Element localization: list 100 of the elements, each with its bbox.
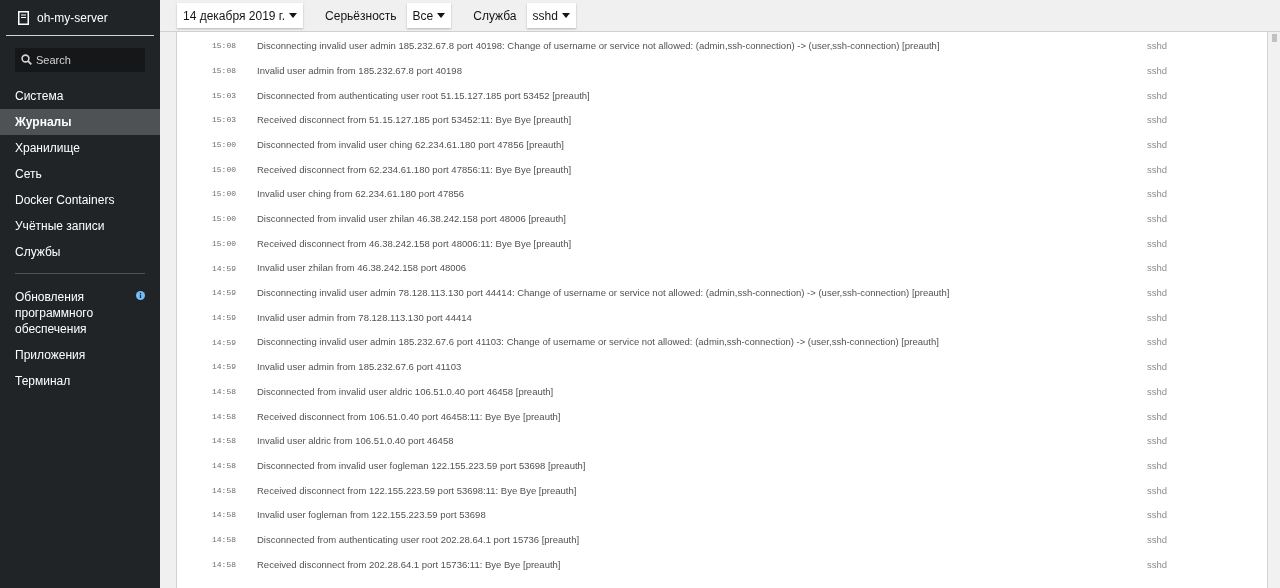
log-message: Disconnected from authenticating user root 51.15.127.185 port 53452 [preauth]: [257, 88, 591, 103]
log-message: Disconnected from invalid user zhilan 46.38.242.158 port 48006 [preauth]: [257, 212, 567, 227]
log-message: Invalid user aldric from 106.51.0.40 port 46458: [257, 434, 455, 449]
log-message: Received disconnect from 51.15.127.185 port 53452:11: Bye Bye [preauth]: [257, 113, 573, 128]
log-service: sshd: [1147, 532, 1168, 547]
nav-item[interactable]: Сеть: [0, 161, 160, 187]
log-row[interactable]: 14:59 Disconnecting invalid user admin 78.128.113.130 port 44414: Change of username or service not allowed: (admin,ssh-connection) -> (user,ssh-connection) [preauth] sshd: [177, 280, 1267, 306]
log-time: 14:58: [211, 509, 236, 522]
log-service: sshd: [1147, 557, 1168, 572]
log-row[interactable]: 14:59 Invalid user zhilan from 46.38.242.158 port 48006 sshd: [177, 256, 1267, 281]
log-row[interactable]: 15:08 Invalid user admin from 185.232.67.8 port 40198 sshd: [177, 58, 1267, 84]
log-time: 14:58: [211, 484, 236, 497]
nav-item[interactable]: Хранилище: [0, 135, 160, 161]
log-row[interactable]: 15:03 Disconnected from authenticating user root 51.15.127.185 port 53452 [preauth] sshd: [177, 83, 1267, 109]
dropdown[interactable]: 14 декабря 2019 г.: [177, 3, 304, 28]
log-time: 14:59: [211, 311, 236, 324]
dropdown[interactable]: Все: [406, 3, 452, 28]
dropdown[interactable]: sshd: [526, 3, 576, 28]
log-row[interactable]: 15:08 Disconnecting invalid user admin 185.232.67.8 port 40198: Change of username or service not allowed: (admin,ssh-connection) -> (user,ssh-connection) [preauth] sshd: [177, 34, 1267, 59]
log-time: 15:08: [211, 65, 236, 78]
caret-icon: [561, 13, 570, 18]
log-service: sshd: [1147, 88, 1168, 103]
nav-item[interactable]: Службы: [0, 239, 160, 265]
log-row[interactable]: 15:00 Disconnected from invalid user zhilan 46.38.242.158 port 48006 [preauth] sshd: [177, 206, 1267, 232]
log-service: sshd: [1147, 113, 1168, 128]
log-row[interactable]: 15:00 Received disconnect from 46.38.242.158 port 48006:11: Bye Bye [preauth] sshd: [177, 231, 1267, 257]
log-row[interactable]: 14:59 Invalid user admin from 185.232.67.6 port 41103 sshd: [177, 354, 1267, 380]
log-time: 14:58: [211, 460, 236, 473]
log-row[interactable]: 14:58 Disconnected from invalid user fogleman 122.155.223.59 port 53698 [preauth] sshd: [177, 453, 1267, 479]
caret-icon: [437, 13, 446, 18]
log-message: Disconnecting invalid user admin 185.232.67.6 port 41103: Change of username or service not allowed: (admin,ssh-connection) -> (user,ssh-connection) [preauth]: [257, 335, 940, 350]
log-service: sshd: [1147, 384, 1168, 399]
nav-label: Журналы: [15, 114, 73, 130]
log-message: Received disconnect from 122.155.223.59 port 53698:11: Bye Bye [preauth]: [257, 483, 578, 498]
log-message: Received disconnect from 62.234.61.180 port 47856:11: Bye Bye [preauth]: [257, 162, 573, 177]
nav-label: Службы: [15, 244, 62, 260]
log-service: sshd: [1147, 162, 1168, 177]
log-time: 15:00: [211, 163, 236, 176]
log-message: Invalid user admin from 185.232.67.6 port 41103: [257, 360, 463, 375]
log-service: sshd: [1147, 310, 1168, 325]
log-time: 14:58: [211, 385, 236, 398]
log-time: 15:08: [211, 40, 236, 53]
log-message: Disconnected from invalid user aldric 106.51.0.40 port 46458 [preauth]: [257, 384, 555, 399]
log-time: 15:00: [211, 237, 236, 250]
log-service: sshd: [1147, 137, 1168, 152]
service-label: Служба: [473, 7, 517, 25]
log-message: Invalid user admin from 78.128.113.130 port 44414: [257, 310, 473, 325]
nav-item[interactable]: Терминал: [15, 368, 145, 394]
log-row[interactable]: 15:03 Received disconnect from 51.15.127.185 port 53452:11: Bye Bye [preauth] sshd: [177, 108, 1267, 133]
log-row[interactable]: 14:58 Disconnected from invalid user aldric 106.51.0.40 port 46458 [preauth] sshd: [177, 379, 1267, 405]
log-service: sshd: [1147, 39, 1168, 54]
log-row[interactable]: 14:58 Received disconnect from 122.155.223.59 port 53698:11: Bye Bye [preauth] sshd: [177, 478, 1267, 504]
log-time: 14:59: [211, 262, 236, 275]
log-time: 14:59: [211, 361, 236, 374]
nav-item[interactable]: Приложения: [15, 342, 145, 368]
log-time: 14:58: [211, 435, 236, 448]
nav-item[interactable]: Учётные записи: [0, 213, 160, 239]
log-row[interactable]: 15:00 Disconnected from invalid user ching 62.234.61.180 port 47856 [preauth] sshd: [177, 132, 1267, 158]
log-time: 14:58: [211, 534, 236, 547]
caret-icon: [289, 13, 298, 18]
log-row[interactable]: 14:59 Disconnecting invalid user admin 185.232.67.6 port 41103: Change of username or service not allowed: (admin,ssh-connection) -> (user,ssh-connection) [preauth] sshd: [177, 330, 1267, 355]
log-row[interactable]: 14:58 Received disconnect from 106.51.0.40 port 46458:11: Bye Bye [preauth] sshd: [177, 404, 1267, 429]
nav-label: Терминал: [15, 373, 72, 389]
nav-item[interactable]: Журналы: [0, 109, 160, 135]
log-service: sshd: [1147, 63, 1168, 78]
log-service: sshd: [1147, 261, 1168, 276]
log-row[interactable]: 15:00 Received disconnect from 62.234.61.180 port 47856:11: Bye Bye [preauth] sshd: [177, 157, 1267, 183]
log-time: 15:00: [211, 213, 236, 226]
log-message: Disconnected from invalid user fogleman 122.155.223.59 port 53698 [preauth]: [257, 458, 587, 473]
search-field[interactable]: Search: [15, 48, 145, 72]
nav-label: Docker Containers: [15, 192, 116, 208]
log-service: sshd: [1147, 187, 1168, 202]
log-message: Disconnected from authenticating user root 202.28.64.1 port 15736 [preauth]: [257, 532, 581, 547]
nav-item[interactable]: Обновления программного обеспечения: [15, 284, 145, 342]
log-service: sshd: [1147, 212, 1168, 227]
log-row[interactable]: 14:58 Disconnected from authenticating user root 202.28.64.1 port 15736 [preauth] sshd: [177, 527, 1267, 553]
nav-item[interactable]: Система: [0, 83, 160, 109]
log-row[interactable]: 14:58 Invalid user aldric from 106.51.0.40 port 46458 sshd: [177, 429, 1267, 454]
log-row[interactable]: 14:59 Invalid user admin from 78.128.113.130 port 44414 sshd: [177, 305, 1267, 331]
log-time: 15:03: [211, 89, 236, 102]
nav-label: Сеть: [15, 166, 43, 182]
nav-label: Учётные записи: [15, 218, 106, 234]
host-name: oh-my-server: [37, 9, 108, 27]
log-row[interactable]: 15:00 Invalid user ching from 62.234.61.180 port 47856 sshd: [177, 182, 1267, 207]
server-icon: [18, 10, 29, 25]
log-message: Disconnecting invalid user admin 78.128.113.130 port 44414: Change of username or service not allowed: (admin,ssh-connection) -> (user,ssh-connection) [preauth]: [257, 286, 951, 301]
nav-item[interactable]: Docker Containers: [0, 187, 160, 213]
log-message: Invalid user ching from 62.234.61.180 port 47856: [257, 187, 466, 202]
nav-label: Приложения: [15, 347, 87, 363]
log-message: Invalid user admin from 185.232.67.8 port 40198: [257, 63, 463, 78]
log-message: Disconnecting invalid user admin 185.232.67.8 port 40198: Change of username or service not allowed: (admin,ssh-connection) -> (user,ssh-connection) [preauth]: [257, 39, 941, 54]
log-service: sshd: [1147, 286, 1168, 301]
log-service: sshd: [1147, 434, 1168, 449]
log-time: 15:00: [211, 188, 236, 201]
severity-label: Серьёзность: [325, 7, 397, 25]
log-time: 14:58: [211, 410, 236, 423]
log-row[interactable]: 14:58 Invalid user fogleman from 122.155.223.59 port 53698 sshd: [177, 503, 1267, 528]
log-message: Invalid user zhilan from 46.38.242.158 port 48006: [257, 261, 468, 276]
log-message: Disconnected from invalid user ching 62.234.61.180 port 47856 [preauth]: [257, 137, 565, 152]
log-row[interactable]: 14:58 Received disconnect from 202.28.64.1 port 15736:11: Bye Bye [preauth] sshd: [177, 552, 1267, 578]
